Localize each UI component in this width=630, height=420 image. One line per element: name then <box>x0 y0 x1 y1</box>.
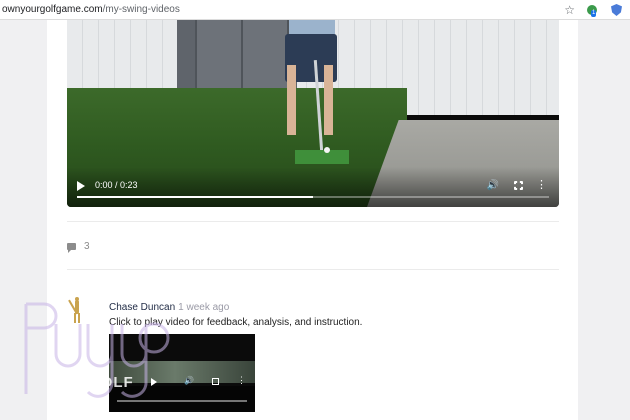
fullscreen-icon[interactable] <box>514 181 523 190</box>
video-controls: 0:00 / 0:23 🔊 ⋮ <box>67 175 559 207</box>
divider-top <box>67 221 559 222</box>
url-text[interactable]: ownyourgolfgame.com/my-swing-videos <box>0 4 180 15</box>
comment-fullscreen-icon[interactable] <box>212 378 219 385</box>
divider-bottom <box>67 269 559 270</box>
browser-toolbar-icons: ☆ 1 <box>564 3 622 17</box>
watermark-logo-icon <box>24 302 170 398</box>
url-host: ownyourgolfgame.com <box>2 4 103 15</box>
shield-icon[interactable] <box>611 4 622 16</box>
video-golfer-leg-left <box>287 65 296 135</box>
video-progress-fill <box>77 196 313 198</box>
watermark-text: GOLF <box>88 374 134 391</box>
swing-video-player[interactable]: 0:00 / 0:23 🔊 ⋮ <box>67 20 559 207</box>
comment-count: 3 <box>84 241 90 252</box>
browser-address-bar[interactable]: ownyourgolfgame.com/my-swing-videos ☆ 1 <box>0 0 630 20</box>
extension-badge: 1 <box>591 10 597 17</box>
volume-icon[interactable]: 🔊 <box>487 180 499 192</box>
comment-more-vert-icon[interactable]: ⋮ <box>237 375 246 386</box>
video-golf-ball <box>324 147 330 153</box>
bookmark-star-icon[interactable]: ☆ <box>564 3 575 17</box>
video-progress-bar[interactable] <box>77 196 549 198</box>
play-icon[interactable] <box>77 181 85 191</box>
comment-count-row[interactable]: 3 <box>67 241 90 253</box>
video-time: 0:00 / 0:23 <box>95 180 138 190</box>
url-path: /my-swing-videos <box>102 4 180 15</box>
video-golfer-leg-right <box>324 65 333 135</box>
video-hitting-mat <box>295 150 349 164</box>
comment-bubble-icon <box>67 243 76 253</box>
more-vert-icon[interactable]: ⋮ <box>536 179 547 191</box>
extension-icon[interactable]: 1 <box>587 4 599 17</box>
